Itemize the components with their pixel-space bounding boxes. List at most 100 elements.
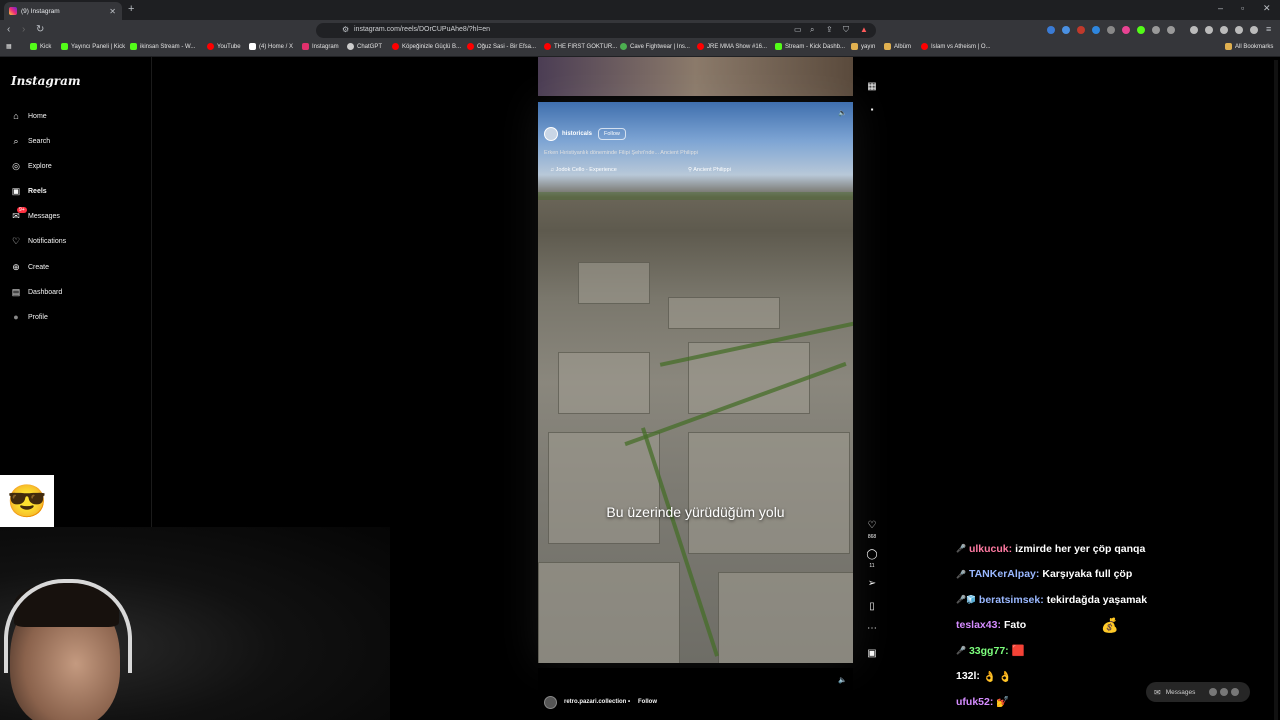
browser-tab[interactable]: (9) Instagram ✕ [4,2,122,20]
bookmark-item[interactable]: Islam vs Atheism | O... [921,43,991,50]
bookmark-label: Kick [40,43,52,50]
bookmark-item[interactable]: Yayıncı Paneli | Kick [61,43,125,50]
sidebar-item-dashboard[interactable]: ▤ Dashboard [11,287,63,297]
minimize-icon[interactable]: – [1218,3,1223,13]
all-bookmarks[interactable]: All Bookmarks [1225,43,1273,50]
bookmark-item[interactable]: (4) Home / X [249,43,293,50]
sidebar-item-messages[interactable]: ✉ 9+ Messages [11,207,60,221]
page-scrollbar[interactable] [1274,60,1278,720]
sidebar-item-create[interactable]: ⊕ Create [11,262,49,272]
scene-stone [558,352,650,414]
menu-icon[interactable]: ≡ [1266,24,1271,34]
compass-icon: ◎ [12,160,20,171]
next-reel-follow-button[interactable]: Follow [638,699,657,705]
next-reel-author-avatar[interactable] [544,696,557,709]
like-icon[interactable]: ♡ [866,520,878,531]
bookmark-folder[interactable]: yayın [851,43,875,50]
sidebar-item-profile[interactable]: ● Profile [11,312,48,322]
close-window-icon[interactable]: ✕ [1263,3,1271,14]
site-info-icon[interactable]: ⚙ [342,25,349,34]
apps-grid-icon[interactable]: ▦ [6,43,12,50]
separator-dot: • [628,699,631,705]
sidebar-item-label: Search [28,137,51,145]
close-tab-icon[interactable]: ✕ [109,7,116,16]
reload-icon[interactable]: ↻ [36,24,44,35]
leo-icon[interactable] [1235,26,1243,34]
extension-icon[interactable] [1107,26,1115,34]
reel-video[interactable]: 🔈 historicals Follow Erken Hıristiyanlık… [538,102,853,663]
address-bar[interactable]: ⚙ instagram.com/reels/DOrCUPuAhe8/?hl=en… [316,23,876,38]
bookmark-item[interactable]: YouTube [207,43,241,50]
messenger-icon: ✉ 9+ [11,207,27,221]
bookmark-label: ikinsan Stream - W... [140,43,196,50]
share-icon[interactable]: ➢ [866,578,878,589]
chat-message: 🎤 33gg77: 🟥 [956,638,1256,664]
bookmark-item[interactable]: Cave Fightwear | Ins... [620,43,690,50]
vpn-icon[interactable] [1250,26,1258,34]
bookmark-folder[interactable]: Albüm [884,43,911,50]
mute-icon[interactable]: 🔈 [838,109,847,117]
extension-icon[interactable] [1167,26,1175,34]
wallet-icon[interactable] [1220,26,1228,34]
chat-message: 🎤 ulkucuk: izmirde her yer çöp qanqa [956,536,1256,562]
sidebar-item-home[interactable]: ⌂ Home [11,111,46,121]
save-icon[interactable]: ▯ [866,601,878,612]
youtube-icon [467,43,474,50]
scene-stone [538,562,680,663]
chat-username: teslax43: [956,619,1001,632]
sidebar-item-label: Dashboard [28,288,63,296]
notification-badge: 9+ [17,207,27,213]
messages-popup-button[interactable]: ✉ Messages [1146,682,1250,702]
scene-stone [548,432,660,544]
reel-caption[interactable]: Erken Hıristiyanlık döneminde Filipi Şeh… [544,150,698,156]
bookmark-item[interactable]: Kick [30,43,51,50]
extension-icon[interactable] [1047,26,1055,34]
bookmark-item[interactable]: THE FIRST GOKTUR... [544,43,617,50]
new-tab-button[interactable]: + [128,3,134,15]
back-icon[interactable]: ‹ [7,24,10,35]
bookmark-item[interactable]: ChatGPT [347,43,382,50]
sidebar-item-reels[interactable]: ▣ Reels [11,186,47,196]
bookmark-item[interactable]: Stream - Kick Dashb... [775,43,845,50]
comment-icon[interactable]: ◯ [866,549,878,560]
media-icon[interactable] [1190,26,1198,34]
mute-icon[interactable]: 🔈 [838,676,847,684]
reel-author-username[interactable]: historicals [562,131,592,137]
share-icon[interactable]: ⇪ [826,25,833,34]
audio-thumbnail-icon[interactable]: ▣ [866,648,878,659]
previous-reel-audio-icon[interactable]: ▦ [866,81,878,92]
sidebar-item-notifications[interactable]: ♡ Notifications [11,236,66,246]
instagram-logo[interactable]: Instagram [11,74,81,88]
brave-shield-icon[interactable]: ⛉ [843,25,849,35]
bookmark-item[interactable]: Oğuz Sasi - Bir Efsa... [467,43,536,50]
extension-icon[interactable] [1077,26,1085,34]
sidebar-item-search[interactable]: ⌕ Search [11,136,50,146]
brave-rewards-icon[interactable]: ▲ [860,25,868,34]
more-options-icon[interactable]: ⋯ [866,623,878,634]
zoom-icon[interactable]: ⌕ [810,25,814,35]
forward-icon[interactable]: › [22,24,25,35]
previous-reel-video[interactable] [538,57,853,96]
reel-author-avatar[interactable] [544,127,558,141]
reel-audio-link[interactable]: ♫ Jodok Cello - Experience [550,167,617,173]
extension-icon[interactable] [1137,26,1145,34]
extensions-puzzle-icon[interactable] [1152,26,1160,34]
maximize-icon[interactable]: ▫ [1241,3,1244,13]
reel-location-link[interactable]: ⚲ Ancient Philippi [688,167,731,173]
bookmark-item[interactable]: ikinsan Stream - W... [130,43,195,50]
next-reel-author-username[interactable]: retro.pazari.collection • [564,699,630,705]
next-reel-username-text: retro.pazari.collection [564,699,627,705]
sidebar-icon[interactable] [1205,26,1213,34]
folder-icon [1225,43,1232,50]
bookmark-item[interactable]: JRE MMA Show #16... [697,43,767,50]
reel-follow-button[interactable]: Follow [598,128,626,140]
extension-icon[interactable] [1122,26,1130,34]
extension-icon[interactable] [1062,26,1070,34]
bookmark-item[interactable]: Köpeğinizle Güçlü B... [392,43,461,50]
instagram-icon [302,43,309,50]
extension-icon[interactable] [1092,26,1100,34]
bookmark-item[interactable]: Instagram [302,43,339,50]
sidebar-item-explore[interactable]: ◎ Explore [11,161,52,171]
cast-icon[interactable]: ▭ [794,25,802,34]
previous-reel-thumb-icon[interactable]: ▪ [866,105,878,114]
